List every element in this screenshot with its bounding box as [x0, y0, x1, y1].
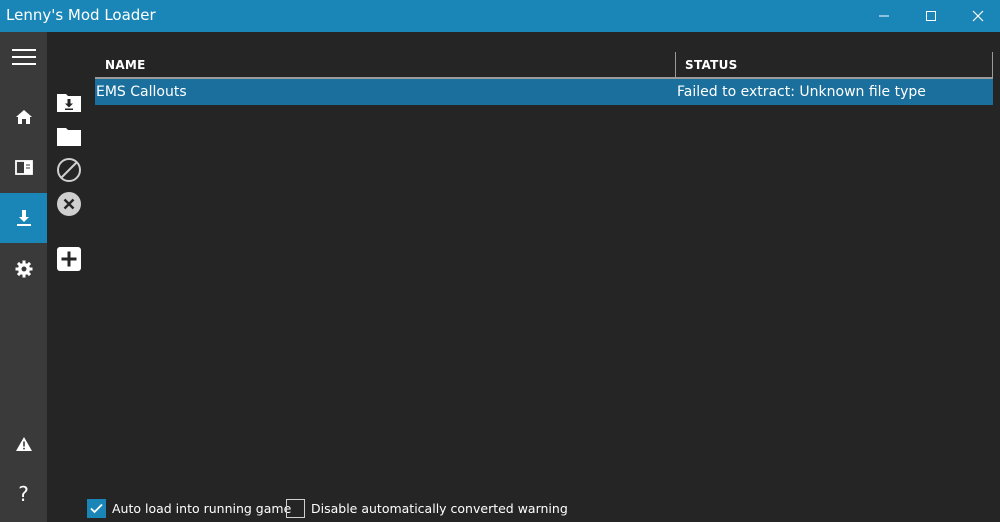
column-resize-handle[interactable] [992, 52, 993, 77]
main-panel [47, 32, 1000, 522]
book-icon [14, 159, 33, 175]
minimize-icon [879, 15, 889, 17]
install-folder-icon [57, 94, 81, 112]
checkbox-box[interactable] [286, 498, 305, 518]
table-row[interactable]: EMS Callouts Failed to extract: Unknown … [95, 79, 993, 105]
home-icon [15, 110, 32, 124]
open-folder-button[interactable] [54, 121, 84, 151]
mod-name-cell: EMS Callouts [96, 84, 187, 100]
disable-warning-label: Disable automatically converted warning [311, 500, 568, 516]
close-button[interactable] [954, 0, 1000, 32]
checkmark-icon [90, 503, 103, 513]
table-header: NAME STATUS [95, 52, 993, 79]
window-title: Lenny's Mod Loader [6, 6, 156, 24]
close-icon [972, 10, 984, 22]
open-folder-icon [57, 128, 81, 146]
mods-table: NAME STATUS EMS Callouts Failed to extra… [95, 52, 993, 105]
column-header-name[interactable]: NAME [95, 52, 675, 77]
add-mod-button[interactable] [54, 244, 84, 274]
help-icon: ? [18, 482, 29, 506]
auto-load-label: Auto load into running game [112, 500, 292, 516]
auto-load-checkbox[interactable]: Auto load into running game [87, 497, 291, 519]
title-bar: Lenny's Mod Loader [0, 0, 1000, 32]
remove-icon [57, 192, 81, 216]
sidebar-item-settings[interactable] [0, 244, 47, 294]
warning-icon [15, 437, 32, 451]
disable-mod-button[interactable] [54, 155, 84, 185]
disable-icon [57, 158, 81, 182]
sidebar: ? [0, 32, 47, 522]
sidebar-item-home[interactable] [0, 92, 47, 142]
column-header-status[interactable]: STATUS [675, 52, 993, 77]
sidebar-item-downloads[interactable] [0, 193, 47, 243]
sidebar-item-menu[interactable] [0, 32, 47, 82]
sidebar-item-library[interactable] [0, 142, 47, 192]
hamburger-icon [11, 49, 36, 65]
minimize-button[interactable] [860, 0, 908, 32]
maximize-button[interactable] [907, 0, 955, 32]
mod-status-cell: Failed to extract: Unknown file type [677, 84, 926, 100]
disable-warning-checkbox[interactable]: Disable automatically converted warning [286, 497, 568, 519]
remove-mod-button[interactable] [54, 189, 84, 219]
maximize-icon [926, 11, 936, 21]
gear-icon [15, 260, 32, 278]
add-icon [57, 247, 81, 271]
sidebar-item-help[interactable]: ? [0, 469, 47, 519]
sidebar-item-warnings[interactable] [0, 419, 47, 469]
install-mod-button[interactable] [54, 87, 84, 117]
checkbox-box[interactable] [87, 498, 106, 518]
download-icon [16, 210, 31, 226]
